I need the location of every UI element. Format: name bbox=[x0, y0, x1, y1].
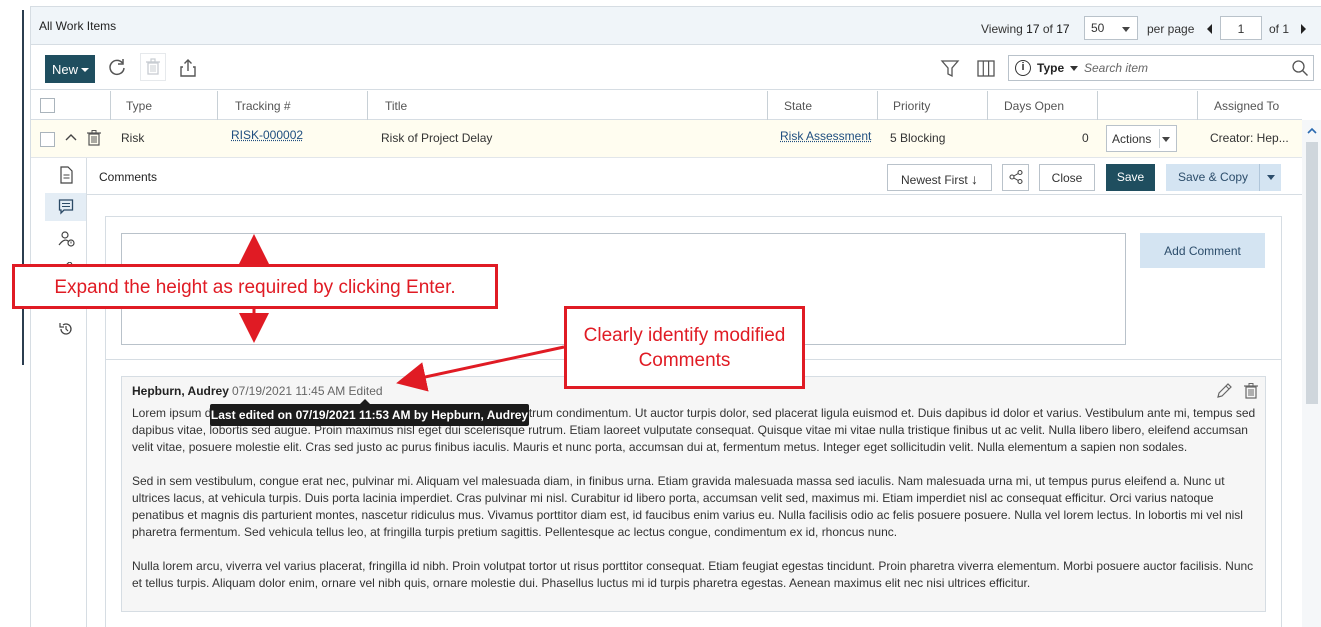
comment-author: Hepburn, Audrey bbox=[132, 384, 229, 398]
info-icon: i bbox=[1015, 60, 1031, 76]
row-days-open: 0 bbox=[1082, 131, 1089, 145]
scroll-up-icon[interactable] bbox=[1307, 124, 1317, 138]
annotation-expand-height: Expand the height as required by clickin… bbox=[12, 264, 498, 309]
save-and-copy-button[interactable]: Save & Copy bbox=[1166, 164, 1281, 191]
per-page-label: per page bbox=[1147, 22, 1195, 36]
scrollbar-thumb[interactable] bbox=[1306, 142, 1318, 404]
delete-icon[interactable] bbox=[140, 53, 166, 81]
share-icon bbox=[1008, 169, 1023, 185]
comment-paragraph: Sed in sem vestibulum, congue erat nec, … bbox=[132, 474, 1243, 539]
trash-icon[interactable] bbox=[1242, 382, 1260, 403]
next-page-icon[interactable] bbox=[1301, 24, 1306, 34]
header-bar: All Work Items Viewing 17 of 17 50 per p… bbox=[31, 7, 1321, 45]
page-count-label: of 1 bbox=[1269, 22, 1290, 36]
export-icon[interactable] bbox=[177, 57, 199, 79]
sort-newest-first-button[interactable]: Newest First ↓ bbox=[887, 164, 992, 191]
row-tracking-link[interactable]: RISK-000002 bbox=[231, 128, 303, 142]
chevron-down-icon bbox=[1162, 137, 1170, 142]
column-header-priority[interactable]: Priority bbox=[878, 91, 988, 120]
chevron-down-icon bbox=[1122, 27, 1130, 32]
table-row[interactable]: Risk RISK-000002 Risk of Project Delay R… bbox=[31, 120, 1302, 158]
row-checkbox[interactable] bbox=[40, 132, 55, 147]
comment-timestamp-edited[interactable]: 07/19/2021 11:45 AM Edited bbox=[232, 384, 383, 398]
previous-page-icon[interactable] bbox=[1207, 24, 1212, 34]
column-header-days-open[interactable]: Days Open bbox=[988, 91, 1098, 120]
column-header-state[interactable]: State bbox=[768, 91, 878, 120]
edit-icon[interactable] bbox=[1215, 382, 1233, 403]
viewing-total: 17 bbox=[1056, 22, 1070, 36]
share-button[interactable] bbox=[1002, 164, 1029, 191]
page-size-select[interactable]: 50 bbox=[1084, 16, 1138, 40]
history-icon[interactable] bbox=[45, 316, 86, 344]
arrow-down-icon: ↓ bbox=[971, 171, 979, 187]
row-title: Risk of Project Delay bbox=[381, 131, 493, 145]
comment-list: Hepburn, Audrey 07/19/2021 11:45 AM Edit… bbox=[105, 359, 1282, 627]
close-button[interactable]: Close bbox=[1039, 164, 1095, 191]
comment-body: Lorem ipsum dolor sit amet, consectetur … bbox=[132, 405, 1264, 609]
row-type: Risk bbox=[121, 131, 145, 145]
toolbar: New i Type Search item bbox=[31, 45, 1321, 90]
comments-header: Comments Newest First ↓ Close Save Save … bbox=[87, 158, 1302, 195]
type-dropdown[interactable]: Type bbox=[1037, 61, 1064, 75]
column-header-type[interactable]: Type bbox=[111, 91, 218, 120]
row-assigned-to: Creator: Hep... bbox=[1210, 131, 1289, 145]
chevron-down-icon[interactable] bbox=[1267, 175, 1275, 180]
add-comment-button[interactable]: Add Comment bbox=[1140, 233, 1265, 268]
search-input[interactable]: Search item bbox=[1084, 61, 1148, 75]
scrollbar[interactable] bbox=[1302, 120, 1321, 627]
type-search-field[interactable]: i Type Search item bbox=[1008, 55, 1314, 81]
collapse-row-icon[interactable] bbox=[64, 131, 78, 148]
row-priority: 5 Blocking bbox=[890, 131, 946, 145]
table-header: Type Tracking # Title State Priority Day… bbox=[31, 91, 1302, 120]
filter-icon[interactable] bbox=[939, 57, 961, 79]
actions-dropdown[interactable]: Actions bbox=[1106, 125, 1177, 152]
chevron-down-icon bbox=[81, 68, 89, 72]
comment-paragraph: Nulla lorem arcu, viverra vel varius pla… bbox=[132, 559, 1254, 590]
edited-tooltip: Last edited on 07/19/2021 11:53 AM by He… bbox=[210, 399, 529, 426]
column-header-assigned-to[interactable]: Assigned To bbox=[1198, 91, 1302, 120]
left-edge-rule bbox=[22, 10, 24, 365]
columns-icon[interactable] bbox=[975, 57, 997, 79]
trash-icon[interactable] bbox=[85, 129, 103, 150]
search-icon[interactable] bbox=[1291, 59, 1309, 80]
comments-tab-icon[interactable] bbox=[45, 193, 86, 221]
details-icon[interactable] bbox=[45, 161, 86, 189]
viewing-summary: Viewing 17 of 17 bbox=[981, 22, 1070, 36]
refresh-icon[interactable] bbox=[107, 57, 129, 79]
chevron-down-icon bbox=[1070, 66, 1078, 71]
page-title: All Work Items bbox=[39, 19, 117, 33]
column-header-title[interactable]: Title bbox=[368, 91, 768, 120]
row-state-link[interactable]: Risk Assessment bbox=[780, 129, 871, 143]
save-button[interactable]: Save bbox=[1106, 164, 1155, 191]
column-header-actions bbox=[1098, 91, 1198, 120]
annotation-modified-comments: Clearly identify modified Comments bbox=[564, 306, 805, 389]
comments-title: Comments bbox=[99, 170, 158, 184]
detail-side-nav bbox=[45, 158, 87, 627]
user-assignment-icon[interactable] bbox=[45, 225, 86, 253]
viewing-count: 17 bbox=[1026, 22, 1040, 36]
header-select-cell bbox=[31, 91, 111, 120]
page-number-input[interactable]: 1 bbox=[1220, 16, 1262, 40]
column-header-tracking[interactable]: Tracking # bbox=[218, 91, 368, 120]
new-button[interactable]: New bbox=[45, 55, 95, 83]
